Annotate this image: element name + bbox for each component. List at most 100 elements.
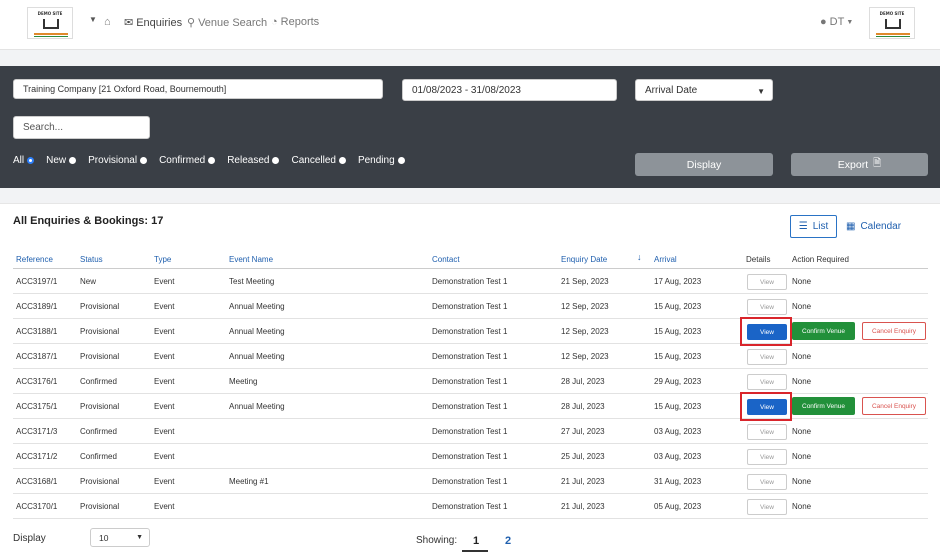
cell-event-name: Annual Meeting: [229, 352, 285, 361]
nav-reports-label: Reports: [280, 16, 320, 28]
col-header-enquiry-date[interactable]: Enquiry Date: [561, 255, 607, 264]
cell-arrival: 15 Aug, 2023: [654, 302, 702, 311]
status-label: Pending: [357, 155, 395, 166]
col-header-status[interactable]: Status: [80, 255, 103, 264]
cell-reference: ACC3176/1: [16, 377, 58, 386]
cell-status: Confirmed: [80, 377, 117, 386]
cell-enquiry-date: 27 Jul, 2023: [561, 427, 605, 436]
cell-type: Event: [154, 427, 175, 436]
status-radio-new[interactable]: New: [46, 155, 77, 166]
list-view-button[interactable]: ☰ List: [790, 215, 837, 238]
view-button-label: View: [760, 428, 774, 436]
date-range-input[interactable]: 01/08/2023 - 31/08/2023: [402, 79, 617, 101]
table-row: ACC3171/3 Confirmed Event Demonstration …: [13, 419, 928, 444]
cell-arrival: 15 Aug, 2023: [654, 352, 702, 361]
cell-arrival: 15 Aug, 2023: [654, 327, 702, 336]
col-header-type[interactable]: Type: [154, 255, 171, 264]
cell-enquiry-date: 12 Sep, 2023: [561, 302, 609, 311]
status-label: Confirmed: [159, 155, 206, 166]
cell-arrival: 31 Aug, 2023: [654, 477, 702, 486]
nav-venue-search[interactable]: ⚲ Venue Search: [187, 16, 267, 30]
col-header-reference[interactable]: Reference: [16, 255, 53, 264]
company-select[interactable]: Training Company [21 Oxford Road, Bourne…: [13, 79, 383, 99]
calendar-view-button[interactable]: ▦ Calendar: [846, 221, 901, 232]
cell-contact: Demonstration Test 1: [432, 352, 508, 361]
status-radio-released[interactable]: Released: [227, 155, 280, 166]
table-row: ACC3189/1 Provisional Event Annual Meeti…: [13, 294, 928, 319]
cell-enquiry-date: 12 Sep, 2023: [561, 327, 609, 336]
cell-contact: Demonstration Test 1: [432, 277, 508, 286]
sort-desc-icon[interactable]: ↓: [637, 252, 642, 262]
cell-reference: ACC3171/3: [16, 427, 58, 436]
view-button[interactable]: View: [747, 299, 787, 315]
cell-action-required: None: [792, 427, 812, 436]
nav-reports[interactable]: ◔ Reports: [271, 16, 319, 28]
chevron-down-icon: ▼: [757, 87, 765, 96]
display-button[interactable]: Display: [635, 153, 773, 176]
view-button[interactable]: View: [747, 499, 787, 515]
page-link-2[interactable]: 2: [505, 535, 511, 547]
status-label: All: [13, 155, 25, 166]
date-field-select[interactable]: Arrival Date ▼: [635, 79, 773, 101]
status-radio-pending[interactable]: Pending: [358, 155, 405, 166]
date-range-value: 01/08/2023 - 31/08/2023: [412, 84, 521, 96]
view-button-label: View: [760, 278, 774, 286]
page-link-1[interactable]: 1: [473, 535, 479, 547]
col-header-arrival[interactable]: Arrival: [654, 255, 677, 264]
top-nav-bar: DEMO SITE ▼ ⌂ ✉ Enquiries ⚲ Venue Search…: [0, 0, 940, 50]
col-header-event-name[interactable]: Event Name: [229, 255, 273, 264]
cell-arrival: 03 Aug, 2023: [654, 427, 702, 436]
status-radio-all[interactable]: All: [13, 155, 35, 166]
cell-arrival: 03 Aug, 2023: [654, 452, 702, 461]
view-button[interactable]: View: [747, 474, 787, 490]
status-radio-cancelled[interactable]: Cancelled: [291, 155, 346, 166]
col-header-contact[interactable]: Contact: [432, 255, 460, 264]
results-title-label: All Enquiries & Bookings:: [13, 215, 149, 227]
confirm-venue-label: Confirm Venue: [802, 327, 845, 335]
page-size-select[interactable]: 10 ▼: [90, 528, 150, 547]
status-radio-provisional[interactable]: Provisional: [88, 155, 148, 166]
cell-contact: Demonstration Test 1: [432, 427, 508, 436]
confirm-venue-label: Confirm Venue: [802, 402, 845, 410]
cell-status: Provisional: [80, 502, 120, 511]
cell-reference: ACC3168/1: [16, 477, 58, 486]
cell-arrival: 15 Aug, 2023: [654, 402, 702, 411]
user-initials: DT: [829, 16, 845, 28]
radio-icon: [338, 157, 346, 164]
table-row: ACC3176/1 Confirmed Event Meeting Demons…: [13, 369, 928, 394]
cell-status: Confirmed: [80, 427, 117, 436]
cell-action-required: None: [792, 477, 812, 486]
radio-icon: [397, 157, 405, 164]
confirm-venue-button[interactable]: Confirm Venue: [792, 397, 855, 415]
view-button[interactable]: View: [747, 424, 787, 440]
cell-event-name: Meeting: [229, 377, 258, 386]
view-button-label: View: [760, 503, 774, 511]
cell-type: Event: [154, 402, 175, 411]
export-button[interactable]: Export 🗎: [791, 153, 928, 176]
cancel-enquiry-button[interactable]: Cancel Enquiry: [862, 322, 926, 340]
status-filter-group: All New Provisional Confirmed Released C…: [13, 155, 417, 166]
cell-reference: ACC3197/1: [16, 277, 58, 286]
cell-action-required: None: [792, 302, 812, 311]
site-logo[interactable]: DEMO SITE: [27, 7, 73, 39]
cancel-enquiry-button[interactable]: Cancel Enquiry: [862, 397, 926, 415]
cell-reference: ACC3175/1: [16, 402, 58, 411]
view-button[interactable]: View: [747, 349, 787, 365]
view-button[interactable]: View: [747, 449, 787, 465]
cancel-enquiry-label: Cancel Enquiry: [871, 327, 917, 335]
radio-icon: [140, 157, 148, 164]
cell-action-required: None: [792, 377, 812, 386]
view-button[interactable]: View: [747, 374, 787, 390]
nav-enquiries[interactable]: ✉ Enquiries: [124, 16, 182, 30]
chevron-down-icon[interactable]: ▼: [89, 15, 97, 24]
user-menu[interactable]: ● DT ▼: [820, 16, 853, 28]
confirm-venue-button[interactable]: Confirm Venue: [792, 322, 855, 340]
cell-status: Confirmed: [80, 452, 117, 461]
cell-type: Event: [154, 377, 175, 386]
view-button[interactable]: View: [747, 274, 787, 290]
table-row: ACC3170/1 Provisional Event Demonstratio…: [13, 494, 928, 519]
cell-contact: Demonstration Test 1: [432, 327, 508, 336]
home-link[interactable]: ⌂: [104, 16, 114, 28]
status-radio-confirmed[interactable]: Confirmed: [159, 155, 216, 166]
search-input[interactable]: Search...: [13, 116, 150, 139]
